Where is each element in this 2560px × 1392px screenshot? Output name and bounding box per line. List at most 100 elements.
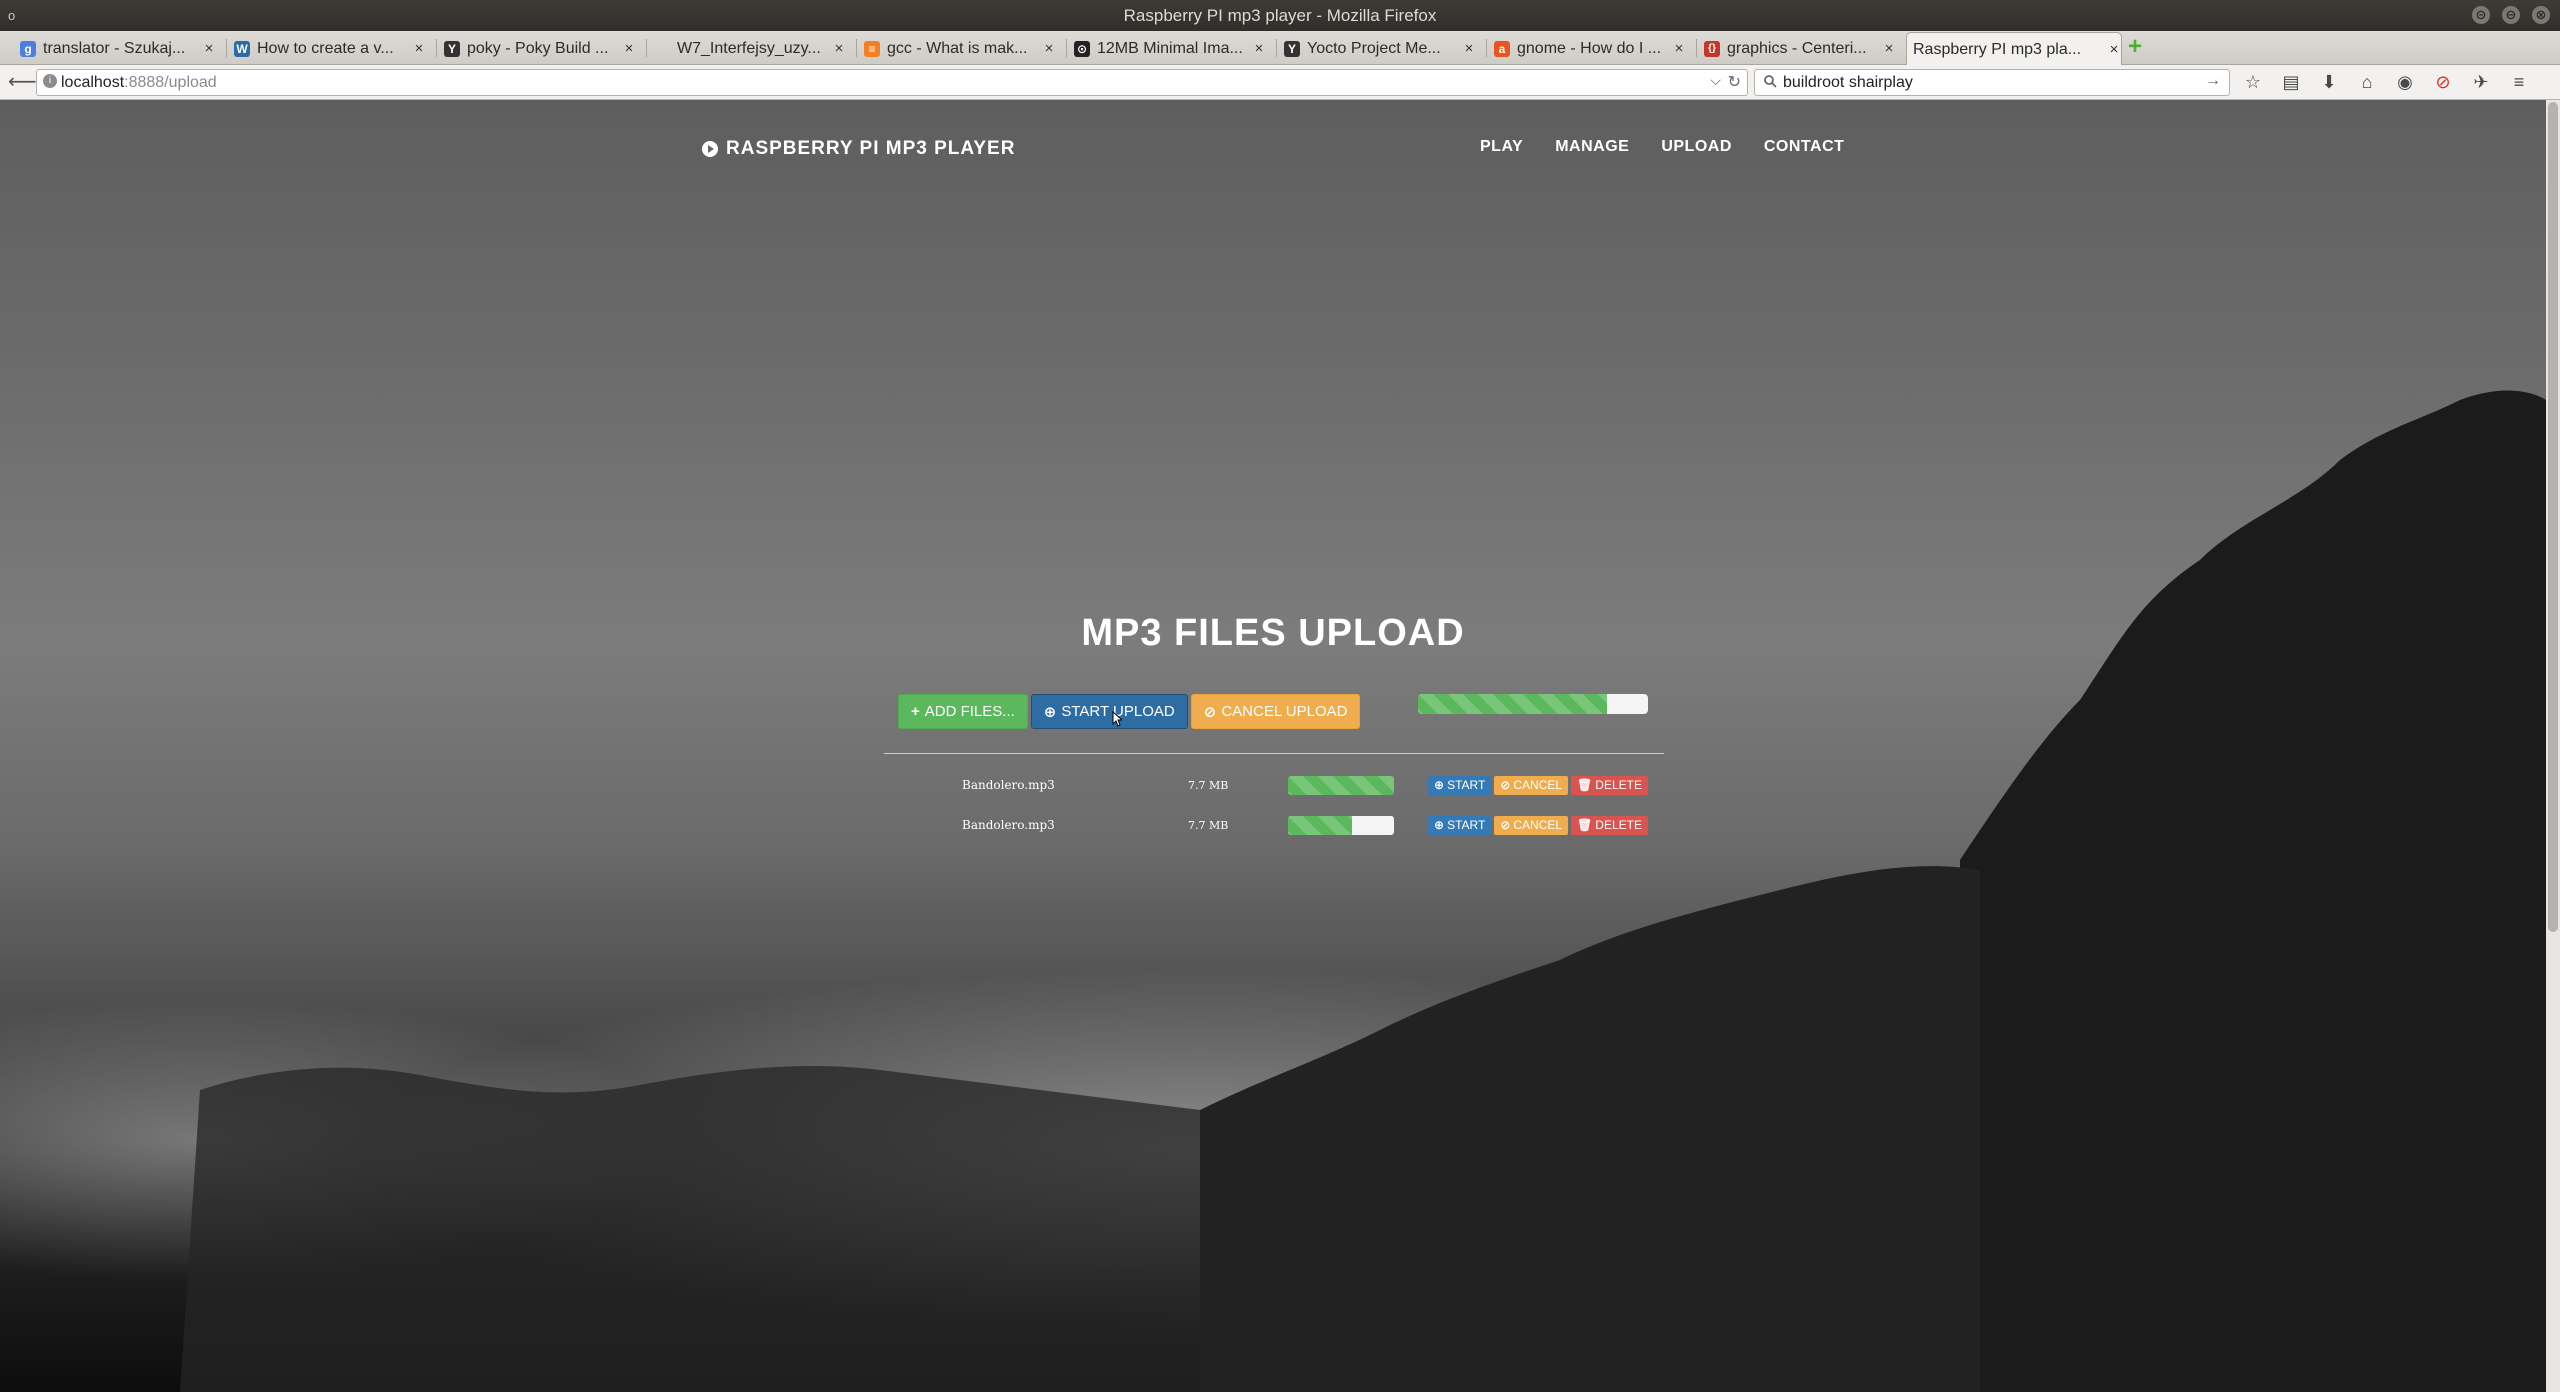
site-brand[interactable]: RASPBERRY PI MP3 PLAYER <box>702 138 1015 160</box>
tab-close-icon[interactable]: × <box>1462 40 1476 57</box>
nav-toolbar: ⟵ i localhost:8888/upload ⌵ ↻ buildroot … <box>0 65 2560 100</box>
nav-link-play[interactable]: PLAY <box>1480 138 1523 156</box>
window-title: Raspberry PI mp3 player - Mozilla Firefo… <box>1123 5 1437 25</box>
back-arrow-icon[interactable]: ⟵ <box>8 69 37 95</box>
file-row: Bandolero.mp3 7.7 MB ⊕ START ⊘ CANCEL 🗑 DEL… <box>884 773 1664 797</box>
window-menu-icon[interactable]: o <box>8 8 15 23</box>
search-input[interactable]: buildroot shairplay <box>1783 74 1913 92</box>
home-icon[interactable]: ⌂ <box>2354 69 2380 95</box>
download-icon[interactable]: ⬇ <box>2316 69 2342 95</box>
file-progress-bar <box>1288 775 1394 795</box>
start-upload-button[interactable]: ⊕ START UPLOAD <box>1030 694 1188 729</box>
file-cancel-button[interactable]: ⊘ CANCEL <box>1494 815 1569 835</box>
global-progress-fill <box>1418 694 1607 714</box>
tab-graphics[interactable]: {} graphics - Centeri... × <box>1704 33 1896 64</box>
new-tab-icon[interactable]: + <box>2124 35 2146 59</box>
tab-separator <box>436 39 437 57</box>
file-start-button[interactable]: ⊕ START <box>1428 815 1492 835</box>
tab-separator <box>1696 39 1697 57</box>
tab-label: poky - Poky Build ... <box>467 39 609 57</box>
file-delete-label: DELETE <box>1595 778 1642 792</box>
chat-icon[interactable]: ◉ <box>2392 69 2418 95</box>
bookmark-star-icon[interactable]: ☆ <box>2240 69 2266 95</box>
brand-text: RASPBERRY PI MP3 PLAYER <box>726 138 1016 159</box>
tab-gcc[interactable]: ≡ gcc - What is mak... × <box>864 33 1056 64</box>
ban-icon: ⊘ <box>1203 703 1217 721</box>
maximize-icon[interactable]: ⊖ <box>2502 6 2520 24</box>
adblock-icon[interactable]: ⊘ <box>2430 69 2456 95</box>
tab-gnome[interactable]: a gnome - How do I ... × <box>1494 33 1686 64</box>
tab-label: graphics - Centeri... <box>1727 39 1867 57</box>
tab-how-to-create[interactable]: W How to create a v... × <box>234 33 426 64</box>
tab-close-icon[interactable]: × <box>832 40 846 57</box>
tab-w7-interfejsy[interactable]: W7_Interfejsy_uzy... × <box>654 33 846 64</box>
file-delete-button[interactable]: 🗑 DELETE <box>1571 815 1648 835</box>
tab-close-icon[interactable]: × <box>1672 40 1686 57</box>
mouse-cursor <box>1112 711 1122 727</box>
tab-label: Raspberry PI mp3 pla... <box>1913 40 2082 58</box>
file-size: 7.7 MB <box>1188 818 1229 832</box>
blank-icon <box>654 41 670 57</box>
tab-yocto-project[interactable]: Y Yocto Project Me... × <box>1284 33 1476 64</box>
add-files-button[interactable]: + ADD FILES... <box>898 694 1028 729</box>
nav-link-manage[interactable]: MANAGE <box>1555 138 1629 156</box>
search-bar[interactable]: buildroot shairplay → <box>1754 69 2230 96</box>
reload-icon[interactable]: ↻ <box>1728 72 1741 92</box>
wordpress-icon: W <box>234 40 250 57</box>
minimize-icon[interactable]: ⊝ <box>2472 6 2490 24</box>
nav-link-upload[interactable]: UPLOAD <box>1661 138 1732 156</box>
askubuntu-icon: a <box>1494 40 1510 57</box>
tab-12mb-minimal[interactable]: ⊙ 12MB Minimal Ima... × <box>1074 33 1266 64</box>
page-scrollbar[interactable] <box>2546 100 2560 1392</box>
tab-close-icon[interactable]: × <box>412 40 426 57</box>
extension-icon[interactable]: ✈ <box>2468 69 2494 95</box>
tab-close-icon[interactable]: × <box>622 40 636 57</box>
google-icon: g <box>20 40 36 57</box>
tab-separator <box>226 39 227 57</box>
site-info-icon[interactable]: i <box>43 74 57 88</box>
tab-close-icon[interactable]: × <box>1042 40 1056 57</box>
ban-icon: ⊘ <box>1500 818 1511 832</box>
reading-list-icon[interactable]: ▤ <box>2278 69 2304 95</box>
tab-close-icon[interactable]: × <box>2107 41 2121 58</box>
trash-icon: 🗑 <box>1577 818 1593 832</box>
tab-separator <box>1066 39 1067 57</box>
tab-close-icon[interactable]: × <box>1252 40 1266 57</box>
file-name: Bandolero.mp3 <box>962 818 1055 832</box>
file-delete-button[interactable]: 🗑 DELETE <box>1571 775 1648 795</box>
tab-translator[interactable]: g translator - Szukaj... × <box>20 33 216 64</box>
file-name: Bandolero.mp3 <box>962 778 1055 792</box>
upload-actions: + ADD FILES... ⊕ START UPLOAD ⊘ CANCEL U… <box>898 694 1361 729</box>
file-cancel-button[interactable]: ⊘ CANCEL <box>1494 775 1569 795</box>
search-go-icon[interactable]: → <box>2205 72 2221 90</box>
file-start-button[interactable]: ⊕ START <box>1428 775 1492 795</box>
upload-circle-icon: ⊕ <box>1434 818 1445 832</box>
tab-close-icon[interactable]: × <box>1882 40 1896 57</box>
url-host: localhost <box>61 74 125 91</box>
github-icon: ⊙ <box>1074 40 1090 57</box>
tab-label: Yocto Project Me... <box>1307 39 1441 57</box>
tab-label: translator - Szukaj... <box>43 39 186 57</box>
tab-poky[interactable]: Y poky - Poky Build ... × <box>444 33 636 64</box>
tab-close-icon[interactable]: × <box>202 40 216 57</box>
close-icon[interactable]: ⊗ <box>2532 6 2550 24</box>
upload-circle-icon: ⊕ <box>1434 778 1445 792</box>
tab-raspberry-pi[interactable]: Raspberry PI mp3 pla... × <box>1906 32 2122 66</box>
scrollbar-thumb[interactable] <box>2548 102 2558 932</box>
tab-separator <box>646 39 647 57</box>
menu-icon[interactable]: ≡ <box>2506 69 2532 95</box>
background-landscape <box>180 390 2546 1392</box>
url-bar[interactable]: i localhost:8888/upload ⌵ ↻ <box>36 69 1748 96</box>
yocto-icon: Y <box>444 40 460 57</box>
cancel-upload-button[interactable]: ⊘ CANCEL UPLOAD <box>1190 694 1361 729</box>
add-files-label: ADD FILES... <box>924 703 1015 720</box>
nav-link-contact[interactable]: CONTACT <box>1764 138 1845 156</box>
page-title: MP3 FILES UPLOAD <box>1081 612 1465 654</box>
url-dropdown-icon[interactable]: ⌵ <box>1710 72 1721 89</box>
tab-label: 12MB Minimal Ima... <box>1097 39 1243 57</box>
file-size: 7.7 MB <box>1188 778 1229 792</box>
cancel-upload-label: CANCEL UPLOAD <box>1221 703 1348 720</box>
site-nav: PLAY MANAGE UPLOAD CONTACT <box>1480 138 1844 156</box>
yocto-icon: Y <box>1284 40 1300 57</box>
url-text[interactable]: localhost:8888/upload <box>61 74 217 92</box>
